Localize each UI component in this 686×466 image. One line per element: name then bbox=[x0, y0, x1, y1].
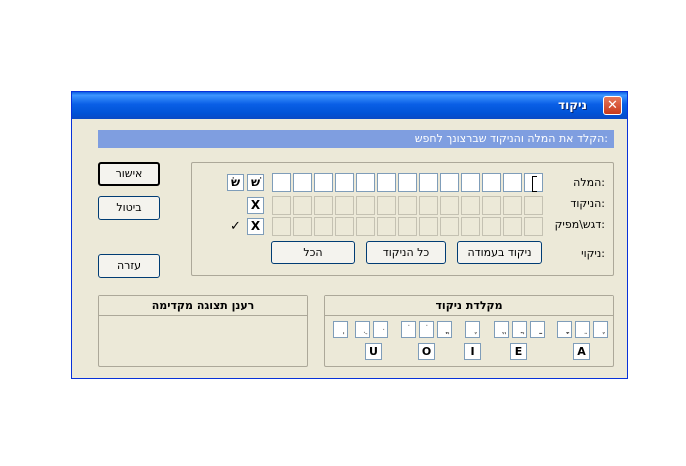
niqqud-key[interactable]: ָ bbox=[557, 321, 572, 338]
clear-all-niqqud-button[interactable]: כל הניקוד bbox=[366, 241, 446, 264]
window-title: ניקוד bbox=[558, 98, 587, 112]
letter-cell[interactable] bbox=[419, 173, 438, 192]
dagesh-cell[interactable] bbox=[461, 217, 480, 236]
refresh-preview-button[interactable]: רענן תצוגה מקדימה bbox=[99, 296, 307, 316]
clear-niqqud-icon[interactable]: X bbox=[247, 197, 264, 214]
clear-dagesh-icon[interactable]: X bbox=[247, 218, 264, 235]
vowel-group-e[interactable]: E bbox=[510, 343, 527, 360]
letter-cell[interactable] bbox=[356, 173, 375, 192]
niqqud-dialog: ניקוד ✕ הקלד את המלה והניקוד שברצונך לחפ… bbox=[71, 91, 628, 379]
niqqud-cell[interactable] bbox=[398, 196, 417, 215]
dagesh-cell[interactable] bbox=[440, 217, 459, 236]
niqqud-cell[interactable] bbox=[503, 196, 522, 215]
shin-dot-right-icon[interactable]: שׁ bbox=[247, 174, 264, 191]
niqqud-cell[interactable] bbox=[524, 196, 543, 215]
niqqud-cell[interactable] bbox=[314, 196, 333, 215]
check-icon[interactable]: ✓ bbox=[227, 218, 244, 235]
dagesh-cell[interactable] bbox=[503, 217, 522, 236]
niqqud-cell[interactable] bbox=[335, 196, 354, 215]
letter-cell[interactable] bbox=[503, 173, 522, 192]
vowel-group-u[interactable]: U bbox=[365, 343, 382, 360]
letter-cell[interactable] bbox=[461, 173, 480, 192]
ok-button[interactable]: אישור bbox=[98, 162, 160, 186]
letter-cell[interactable] bbox=[335, 173, 354, 192]
dagesh-cell[interactable] bbox=[419, 217, 438, 236]
niqqud-key[interactable]: ֱ bbox=[494, 321, 509, 338]
dagesh-label: דגש\מפיק: bbox=[554, 218, 605, 231]
niqqud-cell[interactable] bbox=[461, 196, 480, 215]
dagesh-cell[interactable] bbox=[314, 217, 333, 236]
letter-cell[interactable] bbox=[377, 173, 396, 192]
niqqud-cell[interactable] bbox=[356, 196, 375, 215]
close-button[interactable]: ✕ bbox=[603, 96, 622, 115]
niqqui-label: ניקוי: bbox=[581, 247, 605, 260]
word-label: המלה: bbox=[573, 176, 605, 189]
cancel-button[interactable]: ביטול bbox=[98, 196, 160, 220]
clear-column-button[interactable]: ניקוד בעמודה bbox=[457, 241, 542, 264]
niqqud-cell[interactable] bbox=[272, 196, 291, 215]
niqqud-keyboard: מקלדת ניקוד ֶ ֵ ָ ַ ֲ ֱ ֶ ֳ ֹ ֹ ּ ֻ ְ A … bbox=[324, 295, 614, 367]
niqqud-key[interactable]: ַ bbox=[530, 321, 545, 338]
niqqud-key[interactable]: ֶ bbox=[593, 321, 608, 338]
dagesh-cell[interactable] bbox=[482, 217, 501, 236]
dagesh-cell[interactable] bbox=[524, 217, 543, 236]
letter-cell[interactable] bbox=[293, 173, 312, 192]
keyboard-title: מקלדת ניקוד bbox=[325, 296, 613, 316]
dagesh-cell[interactable] bbox=[335, 217, 354, 236]
niqqud-cell[interactable] bbox=[377, 196, 396, 215]
niqqud-key[interactable]: ֵ bbox=[575, 321, 590, 338]
niqqud-key[interactable]: ֲ bbox=[512, 321, 527, 338]
niqqud-key[interactable]: ּ bbox=[373, 321, 388, 338]
niqqud-key[interactable]: ֳ bbox=[437, 321, 452, 338]
niqqud-key[interactable]: ְ bbox=[333, 321, 348, 338]
niqqud-key[interactable]: ֹ bbox=[419, 321, 434, 338]
niqqud-key[interactable]: ֶ bbox=[465, 321, 480, 338]
title-bar: ניקוד ✕ bbox=[72, 92, 627, 119]
vowel-group-a[interactable]: A bbox=[573, 343, 590, 360]
dagesh-cell[interactable] bbox=[272, 217, 291, 236]
niqqud-key[interactable]: ֻ bbox=[355, 321, 370, 338]
dagesh-cell[interactable] bbox=[356, 217, 375, 236]
niqqud-label: הניקוד: bbox=[570, 197, 605, 210]
help-button[interactable]: עזרה bbox=[98, 254, 160, 278]
shin-dot-left-icon[interactable]: שׂ bbox=[227, 174, 244, 191]
letter-cell[interactable] bbox=[482, 173, 501, 192]
dagesh-cell[interactable] bbox=[293, 217, 312, 236]
niqqud-cell[interactable] bbox=[419, 196, 438, 215]
text-cursor bbox=[532, 176, 537, 192]
instruction-bar: הקלד את המלה והניקוד שברצונך לחפש: bbox=[98, 130, 614, 148]
letter-cell[interactable] bbox=[398, 173, 417, 192]
letter-cell[interactable] bbox=[272, 173, 291, 192]
vowel-group-o[interactable]: O bbox=[418, 343, 435, 360]
dagesh-cell[interactable] bbox=[377, 217, 396, 236]
preview-panel: רענן תצוגה מקדימה bbox=[98, 295, 308, 367]
niqqud-cell[interactable] bbox=[293, 196, 312, 215]
clear-all-button[interactable]: הכל bbox=[271, 241, 355, 264]
letter-cell-active[interactable] bbox=[524, 173, 543, 192]
niqqud-cell[interactable] bbox=[482, 196, 501, 215]
input-group: המלה: הניקוד: דגש\מפיק: ניקוי: שׁ שׂ X X… bbox=[191, 162, 614, 276]
niqqud-cell[interactable] bbox=[440, 196, 459, 215]
vowel-group-i[interactable]: I bbox=[464, 343, 481, 360]
letter-cell[interactable] bbox=[440, 173, 459, 192]
letter-cell[interactable] bbox=[314, 173, 333, 192]
dagesh-cell[interactable] bbox=[398, 217, 417, 236]
niqqud-key[interactable]: ֹ bbox=[401, 321, 416, 338]
